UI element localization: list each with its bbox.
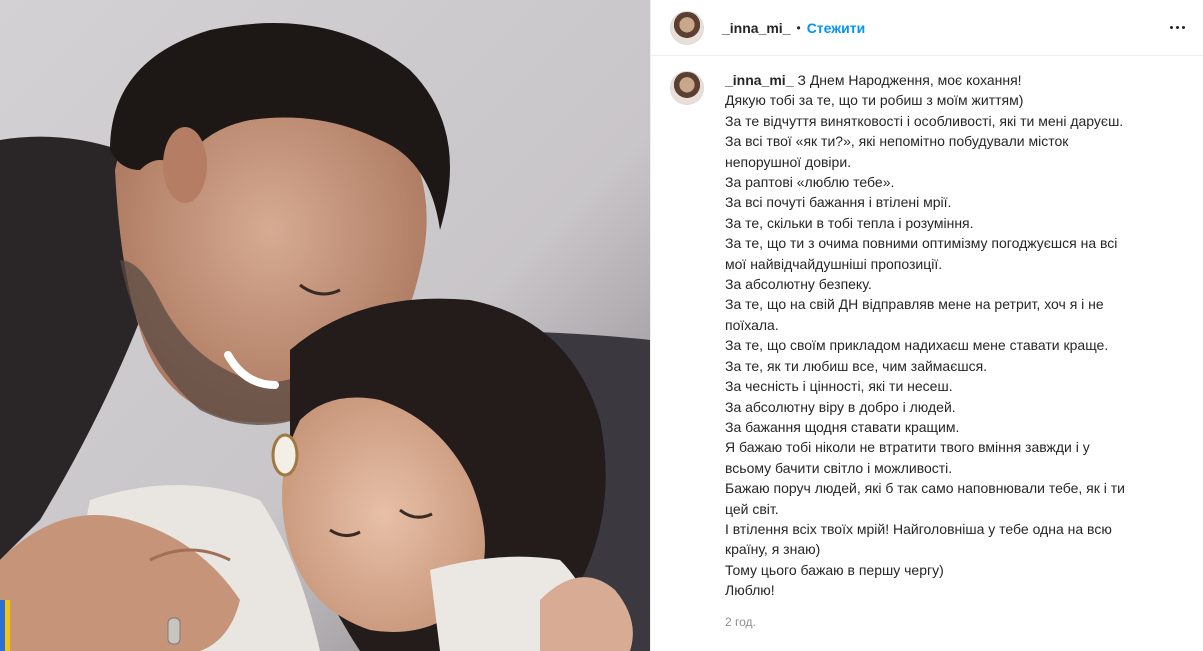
caption-line: Дякую тобі за те, що ти робиш з моїм жит… <box>725 92 1024 109</box>
caption-line: всьому бачити світло і можливості. <box>725 459 953 476</box>
caption-line: непорушної довіри. <box>725 153 852 170</box>
caption-line: мої найвідчайдушніші пропозиції. <box>725 255 943 272</box>
caption-line: поїхала. <box>725 316 779 333</box>
caption-line: Тому цього бажаю в першу чергу) <box>725 561 944 578</box>
couple-photo <box>0 0 650 651</box>
caption-line: За всі твої «як ти?», які непомітно побу… <box>725 133 1069 150</box>
caption-body: _inna_mi_ З Днем Народження, моє кохання!… <box>725 70 1125 632</box>
caption-line: За абсолютну віру в добро і людей. <box>725 398 956 415</box>
caption-line: І втілення всіх твоїх мрій! Найголовніша… <box>725 520 1112 537</box>
caption-line: країну, я знаю) <box>725 541 821 558</box>
caption-line: За те, що ти з очима повними оптимізму п… <box>725 235 1118 252</box>
caption-line: цей світ. <box>725 500 779 517</box>
post-photo[interactable] <box>0 0 650 651</box>
caption-line: За те, що на свій ДН відправляв мене на … <box>725 296 1104 313</box>
post-details-panel: _inna_mi_ • Стежити _inna_mi_ З Днем Наро… <box>650 0 1203 651</box>
caption-line: За чесність і цінності, які ти несеш. <box>725 378 953 395</box>
author-avatar[interactable] <box>670 10 704 45</box>
caption-line: За те, як ти любиш все, чим займаєшся. <box>725 357 988 374</box>
caption-line: За те, скільки в тобі тепла і розуміння. <box>725 214 974 231</box>
caption-username[interactable]: _inna_mi_ <box>725 72 793 88</box>
caption-line: За те відчуття винятковості і особливост… <box>725 112 1124 129</box>
author-username[interactable]: _inna_mi_ <box>722 20 790 36</box>
caption-line: Бажаю поруч людей, які б так само наповн… <box>725 480 1126 497</box>
post-timestamp[interactable]: 2 год. <box>725 612 1125 632</box>
caption-line: За абсолютну безпеку. <box>725 276 872 293</box>
follow-button[interactable]: Стежити <box>807 20 866 36</box>
caption-line: За те, що своїм прикладом надихаєш мене … <box>725 337 1109 354</box>
caption-author-avatar[interactable] <box>670 71 704 105</box>
post-caption: _inna_mi_ З Днем Народження, моє кохання!… <box>651 56 1203 632</box>
post-header: _inna_mi_ • Стежити <box>651 0 1203 56</box>
caption-line: За всі почуті бажання і втілені мрії. <box>725 194 952 211</box>
more-horizontal-icon[interactable] <box>1165 16 1189 40</box>
caption-line: За раптові «люблю тебе». <box>725 174 895 191</box>
caption-line: З Днем Народження, моє кохання! <box>797 72 1022 88</box>
caption-line: Люблю! <box>725 582 775 599</box>
separator-dot: • <box>796 20 801 35</box>
caption-line: Я бажаю тобі ніколи не втратити твого вм… <box>725 439 1090 456</box>
caption-line: За бажання щодня ставати кращим. <box>725 418 960 435</box>
